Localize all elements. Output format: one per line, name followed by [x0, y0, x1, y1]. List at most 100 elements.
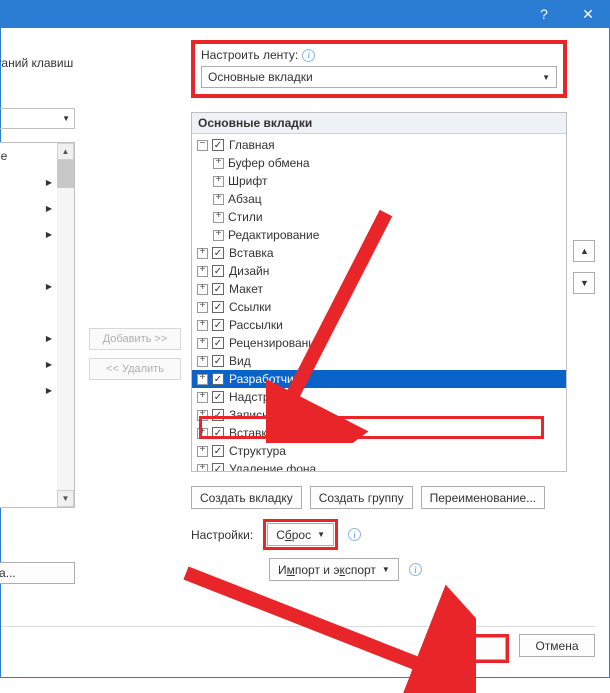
dialog-body: сочетаний клавиш нды ▼ ое поле▶ниц...▶▶к…	[0, 28, 610, 678]
checkbox[interactable]	[212, 247, 224, 259]
tree-item-label: Буфер обмена	[228, 156, 310, 170]
customize-ribbon-highlight: Настроить ленту: i Основные вкладки ▼	[191, 40, 567, 98]
ok-button[interactable]: ОК	[430, 637, 506, 660]
tree-item-label: Шрифт	[228, 174, 267, 188]
info-icon[interactable]: i	[409, 563, 422, 576]
tree-item[interactable]: + Рассылки	[192, 316, 566, 334]
expand-icon[interactable]: +	[213, 212, 224, 223]
expand-icon[interactable]: +	[213, 230, 224, 241]
checkbox[interactable]	[212, 445, 224, 457]
tree-item[interactable]: +Запись блога	[192, 406, 566, 424]
tree-item[interactable]: +Абзац	[192, 190, 566, 208]
format-label: рмат ...	[0, 544, 1, 558]
expand-icon[interactable]: +	[197, 302, 208, 313]
scrollbar-thumb[interactable]	[57, 160, 74, 188]
customize-button[interactable]: тройка...	[0, 562, 75, 584]
tree-item-label: Удаление фона	[229, 462, 316, 472]
rename-button[interactable]: Переименование...	[421, 486, 546, 509]
tree-item[interactable]: +Вставка	[192, 244, 566, 262]
expand-icon[interactable]: +	[197, 428, 208, 439]
tree-item-label: Вид	[229, 354, 251, 368]
left-heading: сочетаний клавиш	[0, 56, 73, 70]
scroll-up-icon[interactable]: ▲	[57, 143, 74, 160]
expand-icon[interactable]: +	[197, 320, 208, 331]
tree-item[interactable]: + Вставка (запись блога)	[192, 424, 566, 442]
checkbox[interactable]	[212, 427, 224, 439]
expand-icon[interactable]: +	[197, 464, 208, 473]
expand-icon[interactable]: +	[197, 284, 208, 295]
tree-item[interactable]: + Вид	[192, 352, 566, 370]
customize-button-label: тройка...	[0, 566, 16, 580]
tree-item[interactable]: −Главная	[192, 136, 566, 154]
close-button[interactable]: ✕	[566, 0, 610, 28]
checkbox[interactable]	[212, 463, 224, 472]
ribbon-tree[interactable]: Основные вкладки −Главная + Буфер обмена + Ш…	[191, 112, 567, 472]
reset-button-label: Сброс	[276, 528, 311, 542]
tree-header: Основные вкладки	[192, 113, 566, 134]
new-group-button[interactable]: Создать группу	[310, 486, 413, 509]
checkbox[interactable]	[212, 391, 224, 403]
tree-item-label: Дизайн	[229, 264, 269, 278]
checkbox[interactable]	[212, 283, 224, 295]
expand-icon[interactable]: +	[197, 338, 208, 349]
expand-icon[interactable]: +	[213, 194, 224, 205]
tree-item[interactable]: + Удаление фона	[192, 460, 566, 472]
tree-item[interactable]: + Буфер обмена	[192, 154, 566, 172]
expand-icon[interactable]: +	[213, 176, 224, 187]
tree-item[interactable]: + Ссылки	[192, 298, 566, 316]
expand-icon[interactable]: +	[197, 374, 208, 385]
checkbox[interactable]	[212, 319, 224, 331]
tree-item-label: Надстройки	[229, 390, 295, 404]
tree-item-label: Редактирование	[228, 228, 319, 242]
tree-item[interactable]: +Стили	[192, 208, 566, 226]
reset-button[interactable]: Сброс ▼	[267, 523, 334, 546]
checkbox[interactable]	[212, 409, 224, 421]
titlebar: ? ✕	[0, 0, 610, 28]
customize-ribbon-label: Настроить ленту:	[201, 48, 298, 62]
tree-item[interactable]: + Надстройки	[192, 388, 566, 406]
tree-item-label: Рассылки	[229, 318, 283, 332]
info-icon[interactable]: i	[348, 528, 361, 541]
expand-icon[interactable]: +	[197, 392, 208, 403]
cancel-button[interactable]: Отмена	[519, 634, 595, 657]
tree-item-developer[interactable]: +Разработчик	[192, 370, 566, 388]
new-tab-button[interactable]: Создать вкладку	[191, 486, 302, 509]
tree-item[interactable]: + Структура	[192, 442, 566, 460]
move-up-button[interactable]: ▲	[573, 240, 595, 262]
tree-item[interactable]: + Редактирование	[192, 226, 566, 244]
import-export-label: Импорт и экспорт	[278, 563, 376, 577]
ribbon-combo[interactable]: Основные вкладки ▼	[201, 66, 557, 88]
scroll-down-icon[interactable]: ▼	[57, 490, 74, 507]
checkbox[interactable]	[212, 265, 224, 277]
expand-icon[interactable]: +	[197, 356, 208, 367]
left-combo[interactable]: нды ▼	[0, 108, 75, 129]
expand-icon[interactable]: +	[197, 266, 208, 277]
tree-item[interactable]: +Рецензирование	[192, 334, 566, 352]
tree-item-label: Структура	[229, 444, 286, 458]
expand-icon[interactable]: +	[197, 248, 208, 259]
info-icon[interactable]: i	[302, 49, 315, 62]
expand-icon[interactable]: +	[213, 158, 224, 169]
collapse-icon[interactable]: −	[197, 140, 208, 151]
scrollbar-track[interactable]	[57, 160, 74, 490]
left-listbox[interactable]: ое поле▶ниц...▶▶краю▶ение...ска▶▶▶ ▲ ▼	[0, 142, 75, 508]
checkbox[interactable]	[212, 355, 224, 367]
tree-item-label: Вставка (запись блога)	[229, 426, 357, 440]
tree-item[interactable]: + Шрифт	[192, 172, 566, 190]
checkbox[interactable]	[212, 301, 224, 313]
import-export-button[interactable]: Импорт и экспорт ▼	[269, 558, 399, 581]
tree-item-label: Ссылки	[229, 300, 271, 314]
checkbox[interactable]	[212, 337, 224, 349]
remove-button: << Удалить	[89, 358, 181, 380]
help-button[interactable]: ?	[522, 0, 566, 28]
dialog-footer: ОК Отмена	[427, 634, 595, 663]
checkbox[interactable]	[212, 139, 224, 151]
ribbon-combo-value: Основные вкладки	[208, 70, 313, 84]
checkbox[interactable]	[212, 373, 224, 385]
expand-icon[interactable]: +	[197, 410, 208, 421]
move-down-button[interactable]: ▼	[573, 272, 595, 294]
expand-icon[interactable]: +	[197, 446, 208, 457]
tree-item[interactable]: +Макет	[192, 280, 566, 298]
submenu-icon: ▶	[46, 334, 52, 343]
tree-item[interactable]: + Дизайн	[192, 262, 566, 280]
